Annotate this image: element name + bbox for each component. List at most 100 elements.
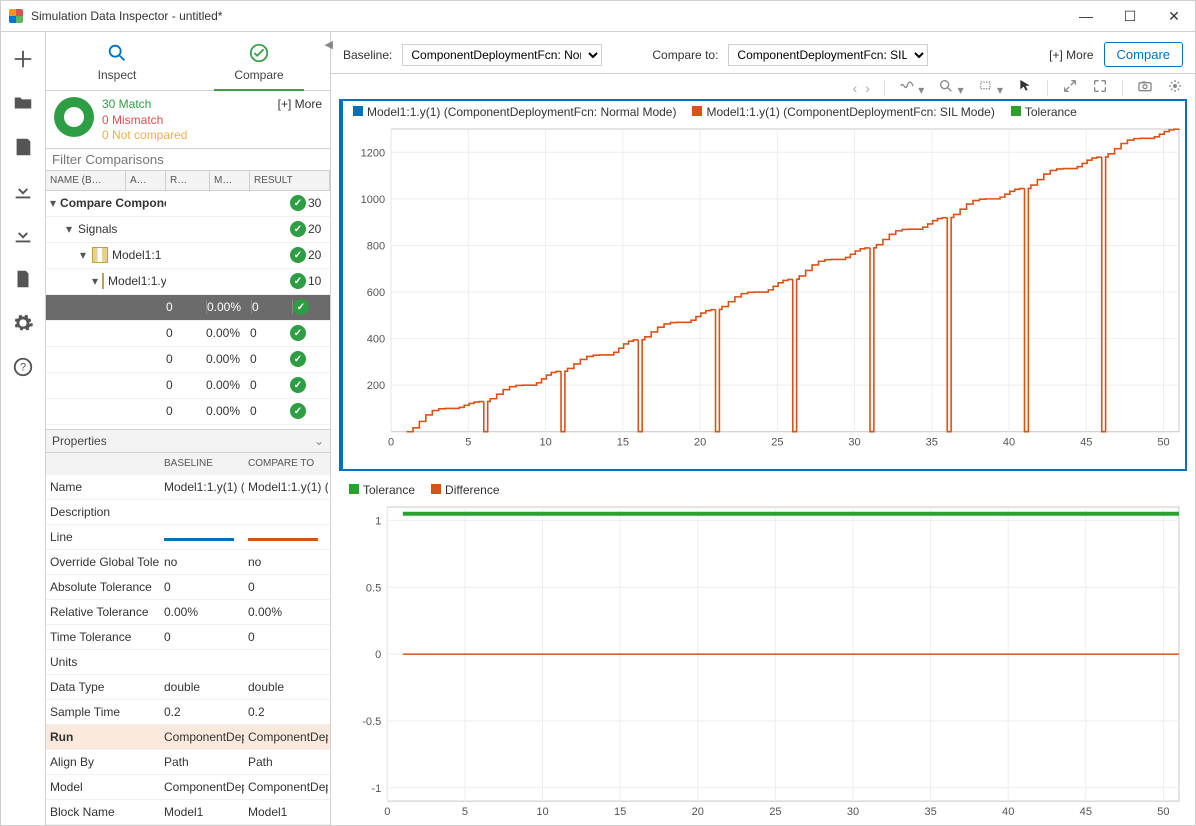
svg-text:20: 20: [692, 806, 704, 818]
svg-text:400: 400: [367, 334, 385, 346]
add-icon[interactable]: [10, 46, 36, 72]
summary-more-link[interactable]: [+] More: [278, 97, 322, 111]
property-row: Description: [46, 500, 330, 525]
save-icon[interactable]: [10, 134, 36, 160]
cursor-icon[interactable]: [1017, 78, 1033, 97]
property-row: Relative Tolerance0.00%0.00%: [46, 600, 330, 625]
svg-text:600: 600: [367, 287, 385, 299]
compare-button[interactable]: Compare: [1104, 42, 1183, 67]
legend-tolerance-2: Tolerance: [349, 483, 415, 497]
svg-text:1: 1: [375, 515, 381, 527]
tree-row[interactable]: ▾Compare ComponentDeploymen✓30: [46, 191, 330, 217]
svg-text:35: 35: [924, 806, 936, 818]
tree-row[interactable]: 00.00%0✓: [46, 295, 330, 321]
help-icon[interactable]: ?: [10, 354, 36, 380]
svg-text:15: 15: [614, 806, 626, 818]
tab-inspect[interactable]: Inspect: [46, 32, 188, 90]
comparison-plot[interactable]: 2004006008001000120005101520253035404550: [343, 123, 1185, 454]
col-header-reltol[interactable]: R…: [166, 171, 210, 190]
col-header-result[interactable]: RESULT: [250, 171, 330, 190]
caret-icon[interactable]: ▾: [64, 222, 74, 236]
filter-comparisons-input[interactable]: [46, 148, 330, 171]
property-row: ModelComponentDepComponentDep: [46, 775, 330, 800]
property-row: Data Typedoubledouble: [46, 675, 330, 700]
plot-settings-icon[interactable]: [1167, 78, 1183, 97]
close-button[interactable]: ✕: [1161, 3, 1187, 29]
svg-text:-1: -1: [371, 783, 381, 795]
report-icon[interactable]: [10, 266, 36, 292]
maximize-button[interactable]: ☐: [1117, 3, 1143, 29]
tree-row[interactable]: 00.00%0✓: [46, 321, 330, 347]
import-icon[interactable]: [10, 178, 36, 204]
tree-row[interactable]: ▾Model1:1✓20: [46, 243, 330, 269]
svg-text:35: 35: [926, 437, 938, 449]
snapshot-camera-icon[interactable]: [1137, 78, 1153, 97]
summary-match: 30 Match: [102, 97, 187, 113]
caret-icon[interactable]: ▾: [92, 274, 98, 288]
tree-row[interactable]: 00.00%0✓: [46, 399, 330, 425]
baseline-select[interactable]: ComponentDeploymentFcn: Norm: [402, 44, 602, 66]
svg-text:-0.5: -0.5: [362, 716, 381, 728]
legend-compareto: Model1:1.y(1) (ComponentDeploymentFcn: S…: [692, 105, 994, 119]
folder-open-icon[interactable]: [10, 90, 36, 116]
svg-text:10: 10: [539, 437, 551, 449]
caret-icon[interactable]: ▾: [50, 196, 56, 210]
property-row: Align ByPathPath: [46, 750, 330, 775]
minimize-button[interactable]: —: [1073, 3, 1099, 29]
property-row: Sample Time0.20.2: [46, 700, 330, 725]
app-logo-icon: [9, 9, 23, 23]
search-icon: [106, 42, 128, 64]
properties-collapse-icon[interactable]: ⌄: [314, 434, 324, 448]
property-row: Override Global Tolenono: [46, 550, 330, 575]
property-row: Block NameModel1Model1: [46, 800, 330, 825]
svg-text:25: 25: [771, 437, 783, 449]
region-select-icon[interactable]: ▾: [978, 78, 1003, 97]
signal-wave-icon[interactable]: ▾: [899, 78, 924, 97]
col-header-name[interactable]: NAME (B…: [46, 171, 126, 190]
svg-text:45: 45: [1080, 806, 1092, 818]
svg-text:25: 25: [769, 806, 781, 818]
tree-row[interactable]: 00.00%0✓: [46, 373, 330, 399]
svg-text:15: 15: [617, 437, 629, 449]
tree-row[interactable]: 00.00%0✓: [46, 347, 330, 373]
legend-tolerance: Tolerance: [1011, 105, 1077, 119]
match-donut-icon: [54, 97, 94, 137]
svg-text:50: 50: [1157, 806, 1169, 818]
block-icon: [102, 273, 104, 289]
property-row: NameModel1:1.y(1) (Model1:1.y(1) (: [46, 475, 330, 500]
property-row: Units: [46, 650, 330, 675]
svg-text:5: 5: [462, 806, 468, 818]
toolbar-more-link[interactable]: [+] More: [1049, 48, 1093, 62]
summary-notcompared: 0 Not compared: [102, 128, 187, 144]
expand-diag-icon[interactable]: [1062, 78, 1078, 97]
difference-plot[interactable]: -1-0.500.5105101520253035404550: [339, 501, 1185, 823]
svg-text:1000: 1000: [361, 194, 386, 206]
svg-text:0: 0: [388, 437, 394, 449]
nav-next-icon[interactable]: ›: [865, 80, 870, 96]
svg-text:30: 30: [848, 437, 860, 449]
property-row: RunComponentDepComponentDep: [46, 725, 330, 750]
svg-text:1200: 1200: [361, 147, 386, 159]
tree-row[interactable]: ▾Signals✓20: [46, 217, 330, 243]
property-row: Time Tolerance00: [46, 625, 330, 650]
col-header-abstol[interactable]: A…: [126, 171, 166, 190]
zoom-icon[interactable]: ▾: [938, 78, 963, 97]
svg-text:?: ?: [20, 362, 26, 374]
col-header-maxdiff[interactable]: M…: [210, 171, 250, 190]
svg-text:40: 40: [1002, 806, 1014, 818]
property-row: Absolute Tolerance00: [46, 575, 330, 600]
legend-baseline: Model1:1.y(1) (ComponentDeploymentFcn: N…: [353, 105, 676, 119]
legend-difference: Difference: [431, 483, 499, 497]
fullscreen-icon[interactable]: [1092, 78, 1108, 97]
compareto-select[interactable]: ComponentDeploymentFcn: SIL M: [728, 44, 928, 66]
tree-row[interactable]: ▾Model1:1.y✓10: [46, 269, 330, 295]
caret-icon[interactable]: ▾: [78, 248, 88, 262]
tab-compare[interactable]: Compare: [188, 32, 330, 90]
check-circle-icon: [248, 42, 270, 64]
block-icon: [92, 247, 108, 263]
settings-icon[interactable]: [10, 310, 36, 336]
collapse-panel-icon[interactable]: ◀: [325, 38, 333, 51]
export-icon[interactable]: [10, 222, 36, 248]
baseline-label: Baseline:: [343, 48, 392, 62]
nav-prev-icon[interactable]: ‹: [853, 80, 858, 96]
